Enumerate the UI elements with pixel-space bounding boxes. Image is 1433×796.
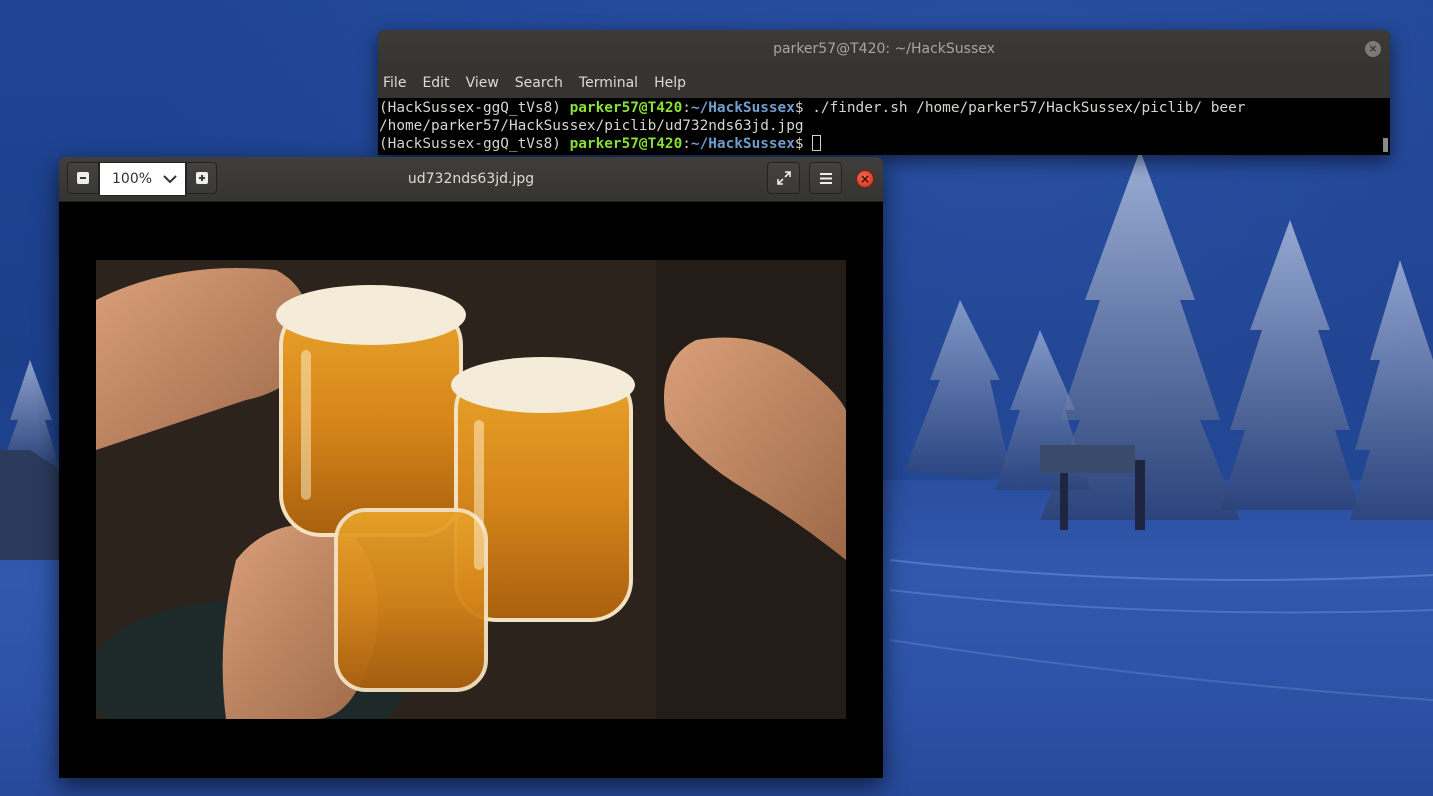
- viewer-headerbar[interactable]: 100% ud732nds63jd.jpg ×: [59, 157, 883, 202]
- prompt-path: ~/HackSussex: [690, 100, 795, 116]
- image-viewer-window[interactable]: 100% ud732nds63jd.jpg ×: [59, 157, 883, 778]
- prompt-symbol: $: [794, 136, 813, 152]
- menu-terminal[interactable]: Terminal: [579, 75, 643, 91]
- displayed-image-beer-mugs: [96, 260, 846, 719]
- zoom-in-button[interactable]: [186, 162, 217, 194]
- prompt-path: ~/HackSussex: [690, 136, 795, 152]
- hamburger-menu-icon: [819, 172, 832, 184]
- terminal-titlebar[interactable]: parker57@T420: ~/HackSussex ×: [378, 30, 1390, 68]
- chevron-down-icon: [163, 175, 177, 184]
- terminal-close-button[interactable]: ×: [1365, 41, 1381, 57]
- prompt-colon: :: [682, 100, 691, 116]
- prompt-user-host: parker57@T420: [569, 136, 683, 152]
- zoom-level-dropdown[interactable]: 100%: [99, 162, 186, 196]
- terminal-window[interactable]: parker57@T420: ~/HackSussex × File Edit …: [378, 30, 1390, 155]
- terminal-output[interactable]: (HackSussex-ggQ_tVs8) parker57@T420:~/Ha…: [378, 98, 1390, 155]
- prompt-colon: :: [682, 136, 691, 152]
- minus-icon: [77, 172, 89, 184]
- prompt-symbol: $: [794, 100, 813, 116]
- close-icon: ×: [1368, 42, 1378, 55]
- terminal-line-output: /home/parker57/HackSussex/piclib/ud732nd…: [379, 118, 804, 134]
- zoom-level-value: 100%: [112, 171, 153, 187]
- menu-file[interactable]: File: [383, 75, 411, 91]
- text-cursor: [812, 135, 822, 151]
- virtualenv-label: (HackSussex-ggQ_tVs8): [379, 100, 570, 116]
- terminal-scrollbar[interactable]: [1383, 138, 1388, 152]
- fullscreen-button[interactable]: [767, 162, 800, 194]
- close-icon: ×: [859, 172, 871, 186]
- menu-view[interactable]: View: [466, 75, 504, 91]
- virtualenv-label: (HackSussex-ggQ_tVs8): [379, 136, 570, 152]
- menu-edit[interactable]: Edit: [422, 75, 454, 91]
- command-text: ./finder.sh /home/parker57/HackSussex/pi…: [812, 100, 1246, 116]
- menu-button[interactable]: [809, 162, 842, 194]
- terminal-menubar: File Edit View Search Terminal Help: [378, 68, 1390, 98]
- terminal-line-prompt: (HackSussex-ggQ_tVs8) parker57@T420:~/Ha…: [379, 135, 1390, 153]
- viewer-close-button[interactable]: ×: [856, 170, 874, 188]
- menu-search[interactable]: Search: [515, 75, 568, 91]
- plus-icon: [195, 172, 208, 184]
- terminal-title: parker57@T420: ~/HackSussex: [773, 41, 995, 57]
- beer-mugs-illustration: [96, 260, 846, 719]
- menu-help[interactable]: Help: [654, 75, 691, 91]
- zoom-out-button[interactable]: [67, 162, 99, 194]
- prompt-user-host: parker57@T420: [569, 100, 683, 116]
- fullscreen-icon: [776, 171, 791, 185]
- terminal-line-command: (HackSussex-ggQ_tVs8) parker57@T420:~/Ha…: [379, 99, 1390, 117]
